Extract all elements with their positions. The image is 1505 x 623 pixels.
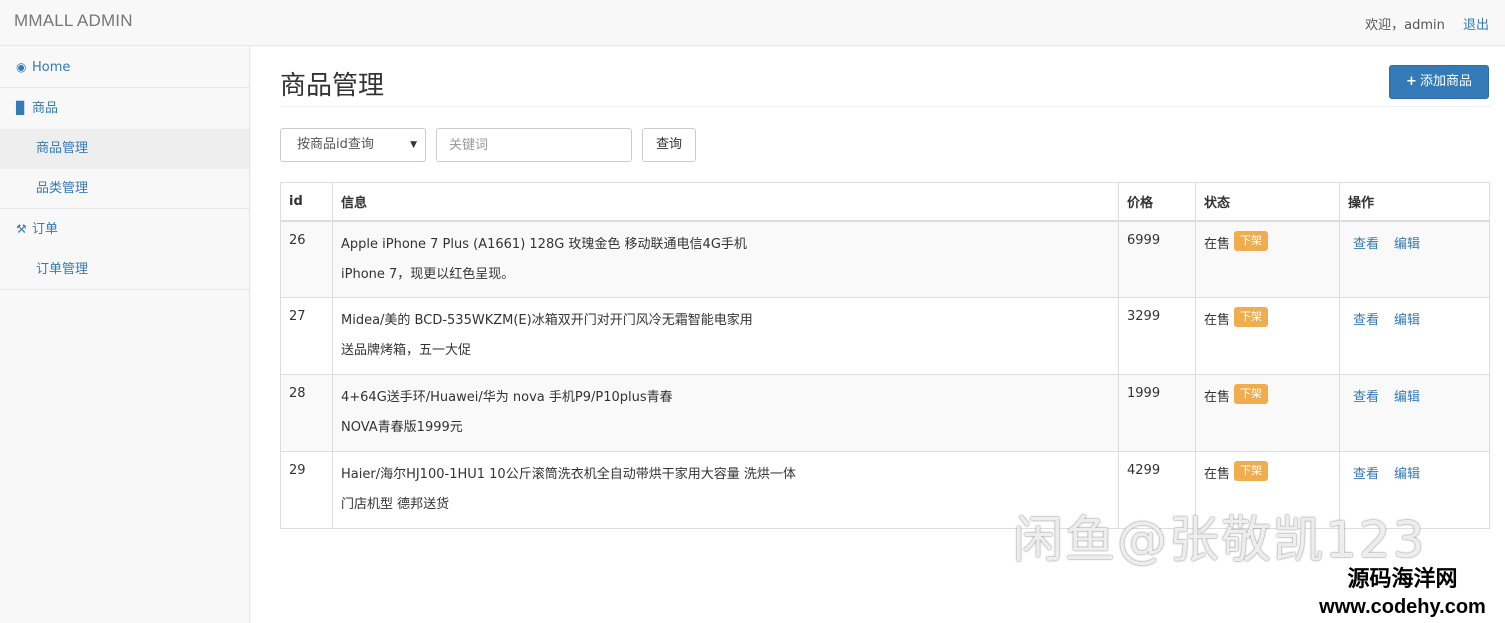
- header-status: 状态: [1195, 182, 1340, 222]
- cell-id: 27: [280, 297, 333, 375]
- edit-link[interactable]: 编辑: [1394, 313, 1420, 328]
- cell-actions: 查看 编辑: [1339, 220, 1490, 298]
- search-button[interactable]: 查询: [642, 128, 696, 162]
- status-text: 在售: [1204, 313, 1231, 328]
- header-price: 价格: [1118, 182, 1196, 222]
- cell-price: 6999: [1118, 220, 1196, 298]
- search-type-select[interactable]: 按商品id查询 ▼: [280, 128, 426, 162]
- cell-price: 3299: [1118, 297, 1196, 375]
- product-subtitle: iPhone 7，现更以红色呈现。: [341, 266, 515, 282]
- table-row: 28 4+64G送手环/Huawei/华为 nova 手机P9/P10plus青…: [280, 374, 1490, 452]
- status-text: 在售: [1204, 390, 1231, 405]
- user-area: 欢迎，admin 退出: [1365, 14, 1489, 33]
- sidebar-item-product-management[interactable]: 商品管理: [0, 129, 249, 169]
- cell-id: 29: [280, 451, 333, 529]
- cell-info: Haier/海尔HJ100-1HU1 10公斤滚筒洗衣机全自动带烘干家用大容量 …: [332, 451, 1119, 529]
- sidebar-item-label: 商品: [32, 101, 59, 116]
- view-link[interactable]: 查看: [1353, 237, 1379, 252]
- sidebar-item-products[interactable]: ▉ 商品: [0, 88, 249, 129]
- watermark-text: 闲鱼@张敬凯123: [1013, 511, 1427, 569]
- product-subtitle: 送品牌烤箱，五一大促: [341, 343, 472, 358]
- offline-button[interactable]: 下架: [1234, 384, 1269, 404]
- search-type-value: 按商品id查询: [297, 137, 374, 152]
- site-url: www.codehy.com: [1319, 596, 1486, 618]
- sidebar-item-label: 订单管理: [36, 262, 89, 277]
- table-row: 27 Midea/美的 BCD-535WKZM(E)冰箱双开门对开门风冷无霜智能…: [280, 297, 1490, 375]
- status-text: 在售: [1204, 236, 1231, 252]
- product-subtitle: 门店机型 德邦送货: [341, 497, 450, 512]
- add-product-label: 添加商品: [1419, 74, 1472, 89]
- logout-link[interactable]: 退出: [1463, 18, 1489, 33]
- sidebar-item-home[interactable]: ◉ Home: [0, 47, 249, 88]
- table-row: 26 Apple iPhone 7 Plus (A1661) 128G 玫瑰金色…: [280, 220, 1490, 298]
- product-name: Apple iPhone 7 Plus (A1661) 128G 玫瑰金色 移动…: [341, 236, 747, 252]
- view-link[interactable]: 查看: [1353, 467, 1379, 482]
- sidebar-item-label: 商品管理: [36, 141, 89, 156]
- cell-status: 在售 下架: [1195, 220, 1340, 298]
- sidebar-item-order-management[interactable]: 订单管理: [0, 250, 249, 290]
- wrench-icon: ⚒: [16, 222, 27, 236]
- cell-status: 在售 下架: [1195, 374, 1340, 452]
- sidebar: ◉ Home ▉ 商品 商品管理 品类管理 ⚒ 订单 订单管理: [0, 47, 250, 623]
- edit-link[interactable]: 编辑: [1394, 467, 1420, 482]
- cell-actions: 查看 编辑: [1339, 297, 1490, 375]
- sidebar-item-label: 品类管理: [36, 181, 89, 196]
- cell-info: 4+64G送手环/Huawei/华为 nova 手机P9/P10plus青春 NO…: [332, 374, 1119, 452]
- view-link[interactable]: 查看: [1353, 313, 1379, 328]
- edit-link[interactable]: 编辑: [1394, 237, 1420, 252]
- offline-button[interactable]: 下架: [1234, 230, 1269, 251]
- brand-logo[interactable]: MMALL ADMIN: [14, 11, 133, 31]
- cell-actions: 查看 编辑: [1339, 374, 1490, 452]
- title-divider: [280, 106, 1490, 107]
- top-navbar: MMALL ADMIN 欢迎，admin 退出: [0, 0, 1505, 46]
- offline-button[interactable]: 下架: [1234, 461, 1269, 481]
- site-logo: 源码海洋网 www.codehy.com: [1300, 566, 1505, 623]
- edit-link[interactable]: 编辑: [1394, 390, 1420, 405]
- add-product-button[interactable]: + 添加商品: [1389, 65, 1489, 99]
- product-name: Haier/海尔HJ100-1HU1 10公斤滚筒洗衣机全自动带烘干家用大容量 …: [341, 467, 796, 482]
- cell-id: 28: [280, 374, 333, 452]
- sidebar-item-label: Home: [32, 60, 71, 75]
- product-subtitle: NOVA青春版1999元: [341, 420, 463, 435]
- product-name: 4+64G送手环/Huawei/华为 nova 手机P9/P10plus青春: [341, 390, 673, 405]
- site-name: 源码海洋网: [1347, 567, 1458, 592]
- caret-down-icon: ▼: [410, 140, 417, 150]
- status-text: 在售: [1204, 467, 1231, 482]
- sidebar-item-category-management[interactable]: 品类管理: [0, 169, 249, 209]
- welcome-text: 欢迎，admin: [1365, 18, 1445, 33]
- cell-info: Apple iPhone 7 Plus (A1661) 128G 玫瑰金色 移动…: [332, 220, 1119, 298]
- view-link[interactable]: 查看: [1353, 390, 1379, 405]
- plus-icon: +: [1406, 74, 1417, 89]
- product-table: id 信息 价格 状态 操作 26 Apple iPhone 7 Plus (A…: [280, 182, 1490, 529]
- bar-chart-icon: ▉: [16, 101, 26, 115]
- page-title: 商品管理: [280, 71, 385, 101]
- dashboard-icon: ◉: [16, 60, 27, 74]
- table-header-row: id 信息 价格 状态 操作: [280, 182, 1490, 222]
- offline-button[interactable]: 下架: [1234, 307, 1269, 327]
- cell-status: 在售 下架: [1195, 297, 1340, 375]
- header-info: 信息: [332, 182, 1119, 222]
- sidebar-item-label: 订单: [32, 222, 59, 237]
- cell-id: 26: [280, 220, 333, 298]
- cell-info: Midea/美的 BCD-535WKZM(E)冰箱双开门对开门风冷无霜智能电家用…: [332, 297, 1119, 375]
- cell-price: 1999: [1118, 374, 1196, 452]
- sidebar-item-orders[interactable]: ⚒ 订单: [0, 209, 249, 250]
- search-input[interactable]: [436, 128, 632, 162]
- product-name: Midea/美的 BCD-535WKZM(E)冰箱双开门对开门风冷无霜智能电家用: [341, 313, 753, 328]
- header-id: id: [280, 182, 333, 222]
- header-actions: 操作: [1339, 182, 1490, 222]
